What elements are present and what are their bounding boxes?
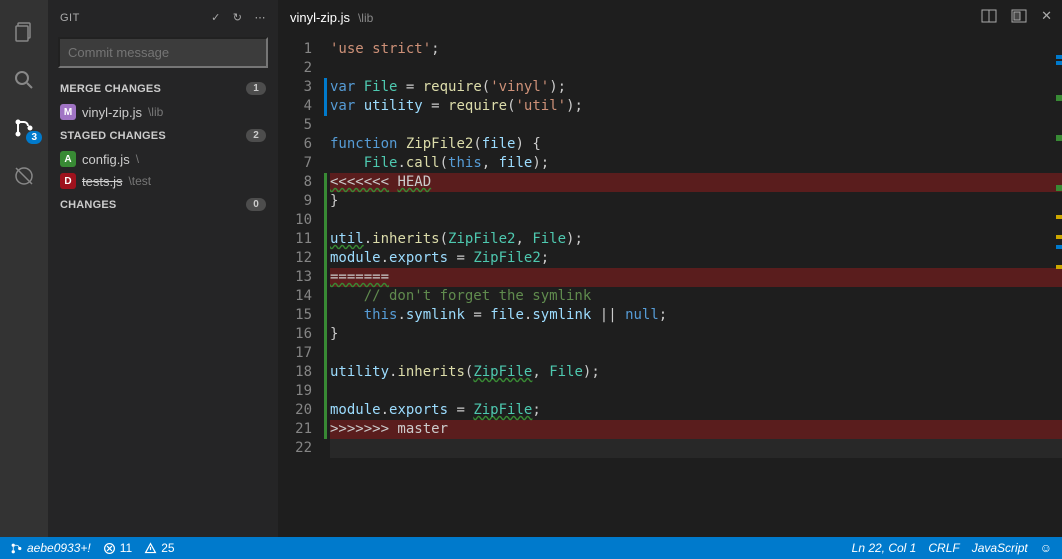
- file-dir: \lib: [148, 105, 163, 119]
- explorer-icon[interactable]: [0, 8, 48, 56]
- code-area[interactable]: 12345678910111213141516171819202122 'use…: [278, 35, 1062, 537]
- file-dir: \test: [128, 174, 151, 188]
- warnings-indicator[interactable]: 25: [144, 541, 174, 555]
- scm-icon[interactable]: 3: [0, 104, 48, 152]
- status-letter: M: [60, 104, 76, 120]
- refresh-icon[interactable]: ↻: [233, 11, 243, 24]
- eol-indicator[interactable]: CRLF: [928, 541, 959, 555]
- branch-indicator[interactable]: aebe0933+!: [10, 541, 91, 555]
- code-text[interactable]: 'use strict'; var File = require('vinyl'…: [330, 35, 1062, 537]
- status-bar: aebe0933+! 11 25 Ln 22, Col 1 CRLF JavaS…: [0, 537, 1062, 559]
- minimap[interactable]: [1056, 35, 1062, 537]
- merge-count: 1: [246, 82, 266, 95]
- close-icon[interactable]: ✕: [1041, 8, 1052, 27]
- file-dir: \: [136, 152, 139, 166]
- file-row[interactable]: Mvinyl-zip.js \lib: [48, 101, 278, 123]
- changes-section[interactable]: CHANGES0: [48, 192, 278, 217]
- tab-vinyl-zip[interactable]: vinyl-zip.js \lib: [278, 0, 385, 35]
- status-letter: A: [60, 151, 76, 167]
- errors-indicator[interactable]: 11: [103, 541, 132, 555]
- split-editor-icon[interactable]: [981, 8, 997, 27]
- file-row[interactable]: Dtests.js \test: [48, 170, 278, 192]
- file-name: config.js: [82, 152, 130, 167]
- gutter: 12345678910111213141516171819202122: [278, 35, 324, 537]
- file-row[interactable]: Aconfig.js \: [48, 148, 278, 170]
- feedback-icon[interactable]: ☺: [1040, 541, 1052, 555]
- tab-bar: vinyl-zip.js \lib ✕: [278, 0, 1062, 35]
- more-icon[interactable]: ⋯: [255, 11, 267, 24]
- activity-bar: 3: [0, 0, 48, 537]
- commit-icon[interactable]: ✓: [211, 11, 221, 24]
- sidebar-title: GIT: [60, 12, 80, 24]
- merge-changes-section[interactable]: MERGE CHANGES1: [48, 76, 278, 101]
- sidebar: GIT ✓ ↻ ⋯ MERGE CHANGES1 Mvinyl-zip.js \l…: [48, 0, 278, 537]
- language-indicator[interactable]: JavaScript: [972, 541, 1028, 555]
- debug-icon[interactable]: [0, 152, 48, 200]
- tab-dir: \lib: [358, 11, 373, 25]
- tab-label: vinyl-zip.js: [290, 10, 350, 25]
- staged-count: 2: [246, 129, 266, 142]
- sidebar-header: GIT ✓ ↻ ⋯: [48, 0, 278, 35]
- file-name: vinyl-zip.js: [82, 105, 142, 120]
- commit-message-input[interactable]: [58, 37, 268, 68]
- staged-changes-section[interactable]: STAGED CHANGES2: [48, 123, 278, 148]
- editor: vinyl-zip.js \lib ✕ 123456789101112131415…: [278, 0, 1062, 537]
- show-opened-icon[interactable]: [1011, 8, 1027, 27]
- file-name: tests.js: [82, 174, 122, 189]
- search-icon[interactable]: [0, 56, 48, 104]
- status-letter: D: [60, 173, 76, 189]
- cursor-position[interactable]: Ln 22, Col 1: [852, 541, 917, 555]
- changes-count: 0: [246, 198, 266, 211]
- scm-badge: 3: [26, 131, 42, 144]
